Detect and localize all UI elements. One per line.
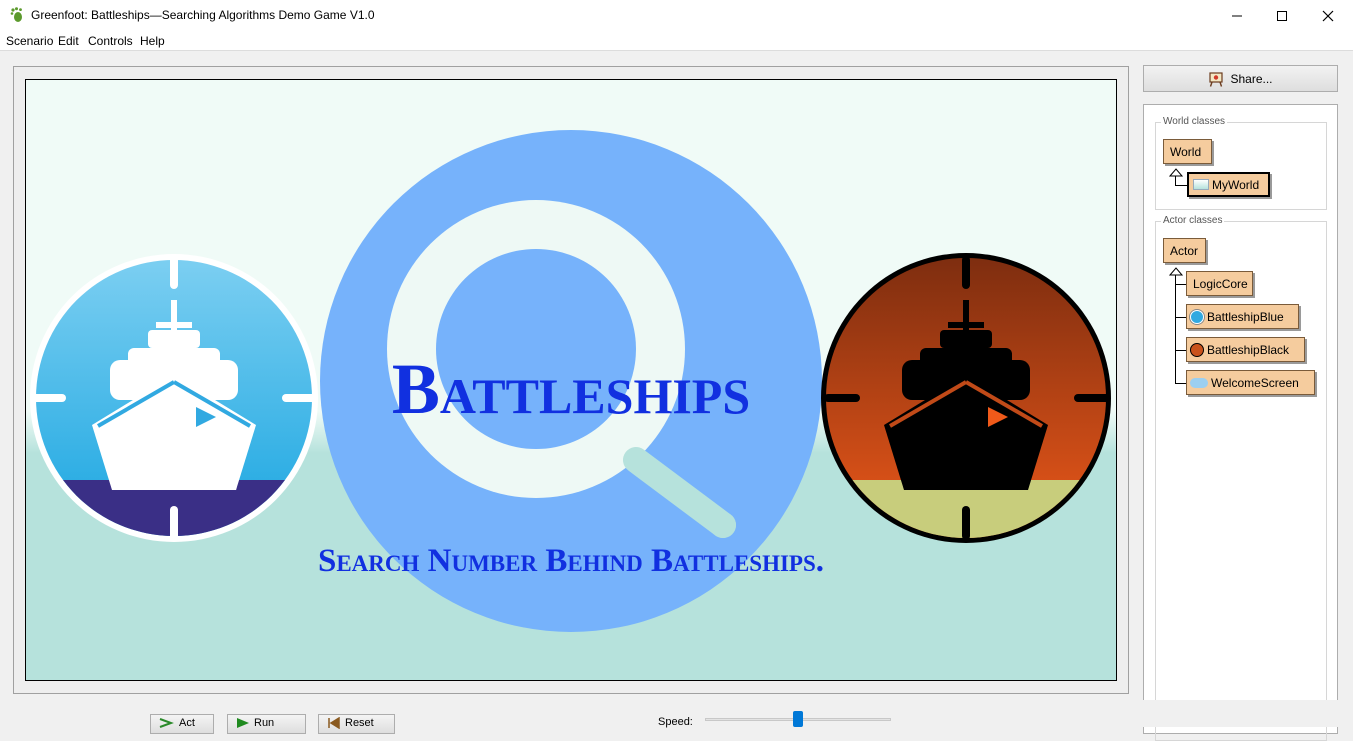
title-bar: Greenfoot: Battleships—Searching Algorit… <box>0 0 1353 31</box>
tree-connector <box>1175 185 1187 186</box>
actor-classes-label: Actor classes <box>1161 215 1225 226</box>
inheritance-arrow-icon <box>1169 267 1183 276</box>
share-label: Share... <box>1230 71 1273 86</box>
maximize-button[interactable] <box>1259 0 1305 31</box>
world-title: Battleships <box>392 349 750 429</box>
class-battleshipblue[interactable]: BattleshipBlue <box>1186 304 1299 329</box>
run-label: Run <box>254 717 275 729</box>
minimize-button[interactable] <box>1214 0 1260 31</box>
class-welcomescreen-label: WelcomeScreen <box>1211 375 1299 390</box>
reset-button[interactable]: Reset <box>318 714 395 734</box>
speed-slider-thumb[interactable] <box>793 711 803 727</box>
world-classes-label: World classes <box>1161 116 1228 127</box>
actor-classes-group: Actor classes <box>1155 215 1327 741</box>
maximize-icon <box>1277 10 1287 21</box>
share-button[interactable]: Share... <box>1143 65 1338 92</box>
menu-bar: Scenario Edit Controls Help <box>0 31 1353 51</box>
class-battleshipblue-label: BattleshipBlue <box>1207 309 1284 324</box>
greenfoot-footprint-icon <box>10 7 22 22</box>
inheritance-arrow-icon <box>1169 168 1183 177</box>
class-myworld-label: MyWorld <box>1212 177 1260 192</box>
act-button[interactable]: Act <box>150 714 214 734</box>
reset-icon <box>328 717 340 729</box>
act-step-icon <box>159 718 174 728</box>
world-canvas[interactable]: Battleships Search Number Behind Battles… <box>25 79 1117 681</box>
menu-edit[interactable]: Edit <box>58 34 79 48</box>
battleship-blue-thumbnail-icon <box>1190 309 1204 324</box>
class-logiccore[interactable]: LogicCore <box>1186 271 1253 296</box>
controls-bar: Act Run Reset Speed: <box>0 700 1353 734</box>
class-battleshipblack-label: BattleshipBlack <box>1207 342 1290 357</box>
class-battleshipblack[interactable]: BattleshipBlack <box>1186 337 1305 362</box>
window-title: Greenfoot: Battleships—Searching Algorit… <box>31 8 375 22</box>
menu-controls[interactable]: Controls <box>88 34 133 48</box>
welcome-screen-graphic: Battleships Search Number Behind Battles… <box>26 80 1116 680</box>
class-world[interactable]: World <box>1163 139 1212 164</box>
class-welcomescreen[interactable]: WelcomeScreen <box>1186 370 1315 395</box>
act-label: Act <box>179 717 195 729</box>
welcome-screen-thumbnail-icon <box>1190 377 1208 388</box>
close-button[interactable] <box>1305 0 1351 31</box>
myworld-thumbnail-icon <box>1193 179 1209 190</box>
tree-connector <box>1175 275 1176 383</box>
battleship-black-thumbnail-icon <box>1190 342 1204 357</box>
minimize-icon <box>1232 15 1242 16</box>
run-button[interactable]: Run <box>227 714 306 734</box>
close-icon <box>1322 10 1334 21</box>
run-play-icon <box>237 718 249 728</box>
world-subtitle: Search Number Behind Battleships. <box>318 543 824 579</box>
easel-share-icon <box>1209 71 1224 87</box>
class-myworld[interactable]: MyWorld <box>1187 172 1270 197</box>
class-actor[interactable]: Actor <box>1163 238 1206 263</box>
speed-label: Speed: <box>658 716 693 728</box>
reset-label: Reset <box>345 717 374 729</box>
class-browser: World classes World MyWorld Actor classe… <box>1143 104 1338 741</box>
menu-scenario[interactable]: Scenario <box>6 34 53 48</box>
menu-help[interactable]: Help <box>140 34 165 48</box>
